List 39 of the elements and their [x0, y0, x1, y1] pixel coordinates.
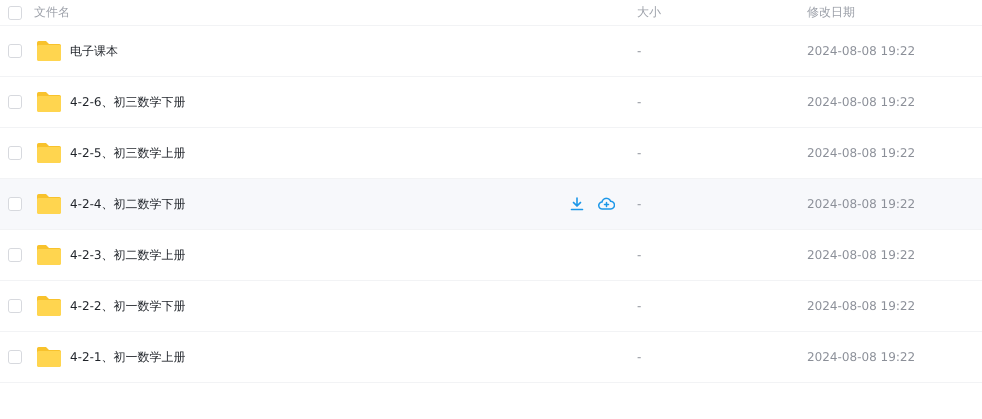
modified-date: 2024-08-08 19:22	[807, 146, 916, 160]
folder-icon	[36, 193, 62, 215]
folder-icon	[36, 40, 62, 62]
folder-icon	[36, 142, 62, 164]
file-size: -	[637, 197, 642, 211]
row-checkbox[interactable]	[8, 299, 22, 313]
row-checkbox[interactable]	[8, 197, 22, 211]
file-size: -	[637, 95, 642, 109]
row-checkbox[interactable]	[8, 248, 22, 262]
file-size: -	[637, 146, 642, 160]
modified-date: 2024-08-08 19:22	[807, 299, 916, 313]
folder-icon	[36, 91, 62, 113]
modified-date: 2024-08-08 19:22	[807, 44, 916, 58]
row-checkbox[interactable]	[8, 146, 22, 160]
modified-date: 2024-08-08 19:22	[807, 350, 916, 364]
file-name[interactable]: 4-2-3、初二数学上册	[70, 246, 186, 264]
file-size: -	[637, 299, 642, 313]
file-size: -	[637, 350, 642, 364]
folder-icon	[36, 346, 62, 368]
file-name[interactable]: 4-2-5、初三数学上册	[70, 144, 186, 162]
row-checkbox[interactable]	[8, 350, 22, 364]
cloud-upload-icon[interactable]	[598, 197, 615, 210]
modified-date: 2024-08-08 19:22	[807, 95, 916, 109]
row-checkbox[interactable]	[8, 44, 22, 58]
download-icon[interactable]	[570, 197, 584, 211]
file-name[interactable]: 电子课本	[70, 42, 118, 60]
modified-date: 2024-08-08 19:22	[807, 197, 916, 211]
row-checkbox[interactable]	[8, 95, 22, 109]
file-name[interactable]: 4-2-6、初三数学下册	[70, 94, 186, 110]
file-size: -	[637, 248, 642, 262]
folder-icon	[36, 244, 62, 266]
modified-date: 2024-08-08 19:22	[807, 248, 916, 262]
file-row[interactable]: 4-2-4、初二数学下册 - 2024-08-08 19:22	[0, 179, 982, 230]
file-name[interactable]: 4-2-4、初二数学下册	[70, 196, 186, 212]
select-all-checkbox[interactable]	[8, 6, 22, 20]
file-size: -	[637, 44, 642, 58]
file-name[interactable]: 4-2-1、初一数学上册	[70, 348, 186, 366]
file-name[interactable]: 4-2-2、初一数学下册	[70, 298, 186, 314]
folder-icon	[36, 295, 62, 317]
